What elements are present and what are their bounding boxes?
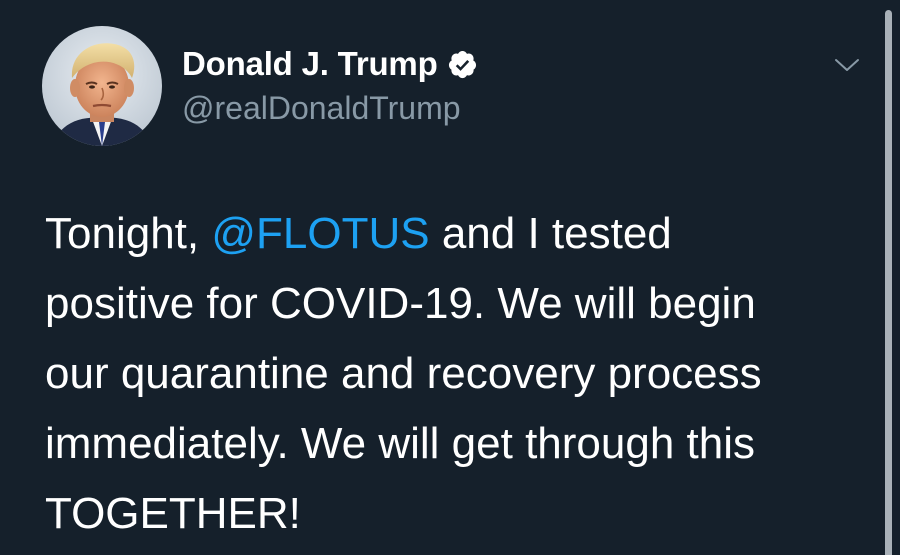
tweet-text-segment: Tonight, xyxy=(45,209,212,258)
tweet-text-line: TOGETHER! xyxy=(45,489,301,538)
tweet-text-line: positive for COVID-19. We will begin xyxy=(45,279,756,328)
chevron-down-icon xyxy=(835,59,859,71)
verified-badge-icon xyxy=(447,49,478,80)
tweet-text-segment: and I tested xyxy=(429,209,672,258)
author-avatar[interactable] xyxy=(42,26,162,146)
mention-link[interactable]: @FLOTUS xyxy=(211,209,429,258)
scrollbar[interactable] xyxy=(885,10,892,555)
tweet-text-line: our quarantine and recovery process xyxy=(45,349,762,398)
tweet-text: Tonight, @FLOTUS and I tested positive f… xyxy=(45,199,855,549)
author-display-name[interactable]: Donald J. Trump xyxy=(182,45,438,83)
tweet-menu-button[interactable] xyxy=(829,50,865,80)
author-name-row[interactable]: Donald J. Trump xyxy=(182,44,478,84)
profile-photo-icon xyxy=(42,26,162,146)
tweet-card: Donald J. Trump @realDonaldTrump Tonight… xyxy=(0,0,900,555)
tweet-text-line: Tonight, @FLOTUS and I tested xyxy=(45,199,855,269)
tweet-text-line: immediately. We will get through this xyxy=(45,419,755,468)
author-handle[interactable]: @realDonaldTrump xyxy=(182,90,461,127)
